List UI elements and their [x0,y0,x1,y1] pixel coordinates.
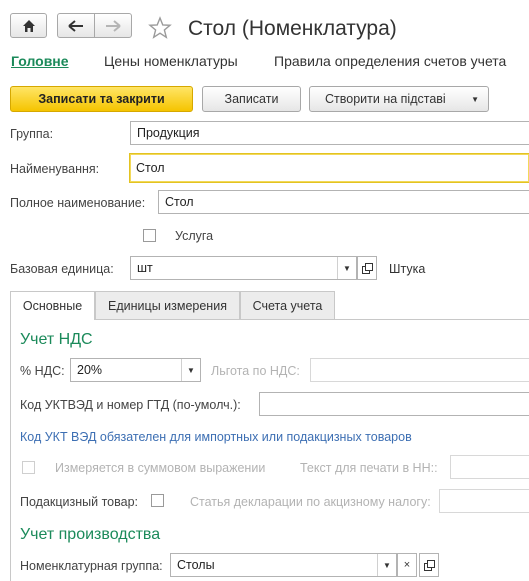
declaration-field[interactable] [439,489,529,513]
forward-button[interactable] [94,13,132,38]
service-label: Услуга [175,229,214,243]
tab-main[interactable]: Головне [11,53,69,69]
vat-rate-label: % НДС: [20,364,65,378]
open-icon [361,262,373,274]
uktzed-code-label: Код УКТВЭД и номер ГТД (по-умолч.): [20,398,241,412]
base-unit-value: шт [137,261,153,275]
home-button[interactable] [10,13,47,38]
uktzed-hint-link[interactable]: Код УКТ ВЭД обязателен для импортных или… [20,430,412,444]
sum-measured-label: Измеряется в суммовом выражении [55,461,266,475]
star-icon[interactable] [148,16,172,40]
print-text-field[interactable] [450,455,529,479]
name-value: Стол [136,161,165,175]
base-unit-open-button[interactable] [357,256,377,280]
tab-accounting-rules[interactable]: Правила определения счетов учета [274,53,506,69]
create-based-on-label: Створити на підставі [325,92,446,106]
arrow-left-icon [68,19,83,32]
excise-checkbox[interactable] [151,494,164,507]
group-label: Группа: [10,127,54,141]
base-unit-label: Базовая единица: [10,262,114,276]
name-label: Найменування: [10,162,100,176]
name-field[interactable]: Стол [129,153,529,183]
close-icon: × [403,559,411,571]
nomenclature-group-dropdown-button[interactable]: ▼ [377,554,396,576]
group-value: Продукция [137,126,200,140]
nomenclature-group-field[interactable]: Столы ▼ [170,553,397,577]
excise-label: Подакцизный товар: [20,495,139,509]
subtab-units[interactable]: Единицы измерения [95,291,240,319]
nomenclature-group-label: Номенклатурная группа: [20,559,163,573]
vat-benefit-label: Льгота по НДС: [211,364,300,378]
dropdown-arrow-icon: ▼ [471,94,479,104]
vat-benefit-field[interactable] [310,358,529,382]
nomenclature-group-clear-button[interactable]: × [397,553,417,577]
vat-rate-dropdown-button[interactable]: ▼ [181,359,200,381]
uktzed-code-field[interactable] [259,392,529,416]
create-based-on-button[interactable]: Створити на підставі ▼ [309,86,489,112]
open-icon [423,559,435,571]
base-unit-dropdown-button[interactable]: ▼ [337,257,356,279]
vat-section-title: Учет НДС [20,331,93,348]
base-unit-description: Штука [389,262,426,276]
back-button[interactable] [57,13,95,38]
chevron-down-icon: ▼ [383,560,391,570]
chevron-down-icon: ▼ [343,263,351,273]
vat-rate-value: 20% [77,363,103,377]
subtab-accounts[interactable]: Счета учета [240,291,335,319]
save-button[interactable]: Записати [202,86,301,112]
full-name-label: Полное наименование: [10,196,146,210]
service-checkbox[interactable] [143,229,156,242]
group-field[interactable]: Продукция [130,121,529,145]
full-name-value: Стол [165,195,194,209]
tab-prices[interactable]: Цены номенклатуры [104,53,238,69]
nomenclature-group-value: Столы [177,558,215,572]
sum-measured-checkbox[interactable] [22,461,35,474]
print-text-label: Текст для печати в НН:: [300,461,438,475]
declaration-label: Статья декларации по акцизному налогу: [190,495,431,509]
page-title: Стол (Номенклатура) [188,17,397,40]
base-unit-field[interactable]: шт ▼ [130,256,357,280]
nomenclature-group-open-button[interactable] [419,553,439,577]
full-name-field[interactable]: Стол [158,190,529,214]
home-icon [22,19,35,32]
tab-panel-left-border [10,319,11,581]
vat-rate-field[interactable]: 20% ▼ [70,358,201,382]
save-and-close-button[interactable]: Записати та закрити [10,86,193,112]
subtab-main[interactable]: Основные [10,291,95,320]
production-section-title: Учет производства [20,526,161,543]
arrow-right-icon [106,19,121,32]
chevron-down-icon: ▼ [187,365,195,375]
